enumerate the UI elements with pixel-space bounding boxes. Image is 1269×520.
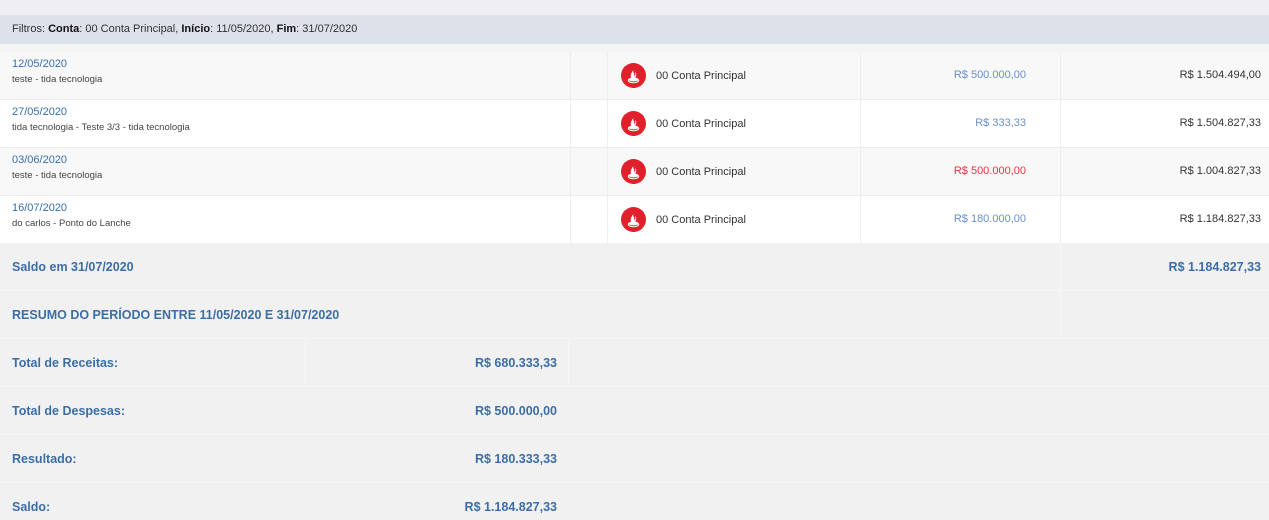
column-divider [607, 52, 608, 99]
column-divider [1060, 100, 1061, 147]
summary-label: Total de Receitas: [12, 356, 119, 370]
transaction-account: 00 Conta Principal [656, 118, 746, 130]
transaction-description: teste - tida tecnologia [12, 170, 103, 181]
column-divider [568, 339, 569, 387]
top-spacer [0, 0, 1269, 15]
column-divider [570, 196, 571, 243]
closing-balance-row: Saldo em 31/07/2020 R$ 1.184.827,33 [0, 243, 1269, 291]
column-divider [570, 148, 571, 195]
santander-flame-icon [621, 159, 646, 184]
column-divider [607, 100, 608, 147]
summary-row-receitas: Total de Receitas: R$ 680.333,33 [0, 339, 1269, 387]
transaction-account: 00 Conta Principal [656, 166, 746, 178]
summary-label: Resultado: [12, 452, 77, 466]
column-divider [570, 52, 571, 99]
transaction-description: do carlos - Ponto do Lanche [12, 218, 131, 229]
transaction-row[interactable]: 12/05/2020 teste - tida tecnologia 00 Co… [0, 52, 1269, 100]
transaction-row[interactable]: 03/06/2020 teste - tida tecnologia 00 Co… [0, 148, 1269, 196]
summary-value: R$ 500.000,00 [474, 404, 557, 418]
transaction-description: tida tecnologia - Teste 3/3 - tida tecno… [12, 122, 190, 133]
summary-row-despesas: Total de Despesas: R$ 500.000,00 [0, 387, 1269, 435]
filter-inicio-value: 11/05/2020 [216, 23, 271, 35]
transaction-row[interactable]: 27/05/2020 tida tecnologia - Teste 3/3 -… [0, 100, 1269, 148]
transaction-amount: R$ 180.000,00 [953, 213, 1026, 225]
period-summary-title: RESUMO DO PERÍODO ENTRE 11/05/2020 E 31/… [12, 308, 340, 322]
transaction-amount: R$ 333,33 [975, 117, 1026, 129]
santander-flame-icon [621, 63, 646, 88]
transaction-balance: R$ 1.004.827,33 [1179, 165, 1261, 177]
column-divider [860, 148, 861, 195]
column-divider [860, 196, 861, 243]
transaction-balance: R$ 1.504.827,33 [1179, 117, 1261, 129]
transaction-description: teste - tida tecnologia [12, 74, 103, 85]
transaction-balance: R$ 1.504.494,00 [1179, 69, 1261, 81]
transaction-account: 00 Conta Principal [656, 214, 746, 226]
summary-row-saldo: Saldo: R$ 1.184.827,33 [0, 483, 1269, 520]
column-divider [1060, 52, 1061, 99]
column-divider [305, 339, 306, 387]
transaction-amount: R$ 500.000,00 [953, 69, 1026, 81]
transaction-date: 16/07/2020 [12, 202, 68, 214]
column-divider [570, 100, 571, 147]
column-divider [607, 148, 608, 195]
column-divider [1060, 291, 1061, 339]
column-divider [860, 100, 861, 147]
transaction-account: 00 Conta Principal [656, 70, 746, 82]
period-summary-header: RESUMO DO PERÍODO ENTRE 11/05/2020 E 31/… [0, 291, 1269, 339]
column-divider [1060, 243, 1061, 291]
summary-label: Total de Despesas: [12, 404, 126, 418]
filter-conta-label: Conta [48, 23, 80, 35]
filter-inicio-label: Início [181, 23, 211, 35]
closing-balance-value: R$ 1.184.827,33 [1168, 260, 1261, 274]
filter-summary-bar: Filtros: Conta: 00 Conta Principal, Iníc… [0, 15, 1269, 44]
closing-balance-label: Saldo em 31/07/2020 [12, 260, 134, 274]
summary-label: Saldo: [12, 500, 51, 514]
column-divider [860, 52, 861, 99]
transaction-date: 27/05/2020 [12, 106, 68, 118]
filter-conta-value: 00 Conta Principal [85, 23, 176, 35]
column-divider [607, 196, 608, 243]
transaction-balance: R$ 1.184.827,33 [1179, 213, 1261, 225]
filter-fim-value: 31/07/2020 [302, 23, 358, 35]
santander-flame-icon [621, 111, 646, 136]
column-divider [1060, 196, 1061, 243]
summary-row-resultado: Resultado: R$ 180.333,33 [0, 435, 1269, 483]
header-spacer [0, 44, 1269, 52]
transaction-date: 03/06/2020 [12, 154, 68, 166]
column-divider [1060, 148, 1061, 195]
transaction-amount: R$ 500.000,00 [953, 165, 1026, 177]
santander-flame-icon [621, 207, 646, 232]
summary-value: R$ 680.333,33 [474, 356, 557, 370]
filter-prefix: Filtros: [12, 23, 45, 35]
transaction-date: 12/05/2020 [12, 58, 68, 70]
transaction-row[interactable]: 16/07/2020 do carlos - Ponto do Lanche 0… [0, 196, 1269, 244]
filter-fim-label: Fim [276, 23, 297, 35]
summary-value: R$ 1.184.827,33 [464, 500, 557, 514]
summary-value: R$ 180.333,33 [474, 452, 557, 466]
